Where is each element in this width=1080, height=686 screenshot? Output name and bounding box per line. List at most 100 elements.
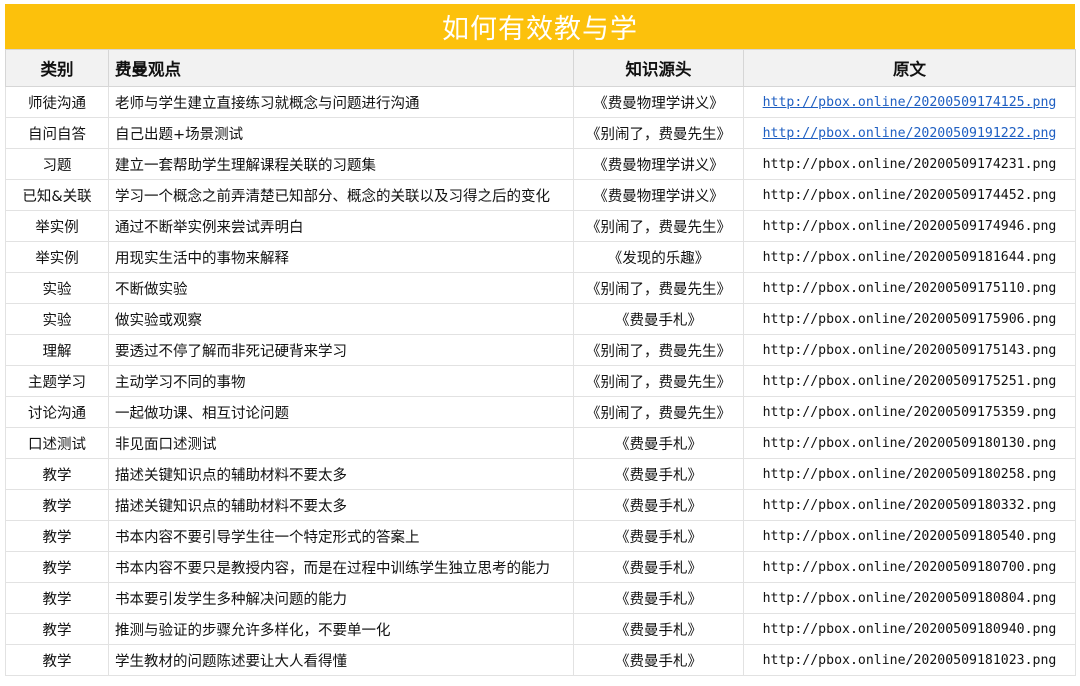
cell-view[interactable]: 书本内容不要引导学生往一个特定形式的答案上 <box>108 520 574 552</box>
cell-view[interactable]: 要透过不停了解而非死记硬背来学习 <box>108 334 574 366</box>
table-row: 教学 描述关键知识点的辅助材料不要太多 《费曼手札》 http://pbox.onli… <box>5 489 1076 521</box>
table-row: 习题 建立一套帮助学生理解课程关联的习题集 《费曼物理学讲义》 http://pbox… <box>5 148 1076 180</box>
cell-category[interactable]: 教学 <box>5 644 109 676</box>
header-source[interactable]: 知识源头 <box>573 49 744 87</box>
table-row: 师徒沟通 老师与学生建立直接练习就概念与问题进行沟通 《费曼物理学讲义》 http:/… <box>5 86 1076 118</box>
cell-source[interactable]: 《费曼物理学讲义》 <box>573 86 744 118</box>
cell-url[interactable]: http://pbox.online/20200509181023.png <box>743 644 1076 676</box>
cell-source[interactable]: 《费曼手札》 <box>573 551 744 583</box>
cell-url[interactable]: http://pbox.online/20200509175251.png <box>743 365 1076 397</box>
cell-source[interactable]: 《费曼物理学讲义》 <box>573 148 744 180</box>
table-row: 教学 学生教材的问题陈述要让大人看得懂 《费曼手札》 http://pbox.onli… <box>5 644 1076 676</box>
cell-view[interactable]: 建立一套帮助学生理解课程关联的习题集 <box>108 148 574 180</box>
cell-view[interactable]: 学习一个概念之前弄清楚已知部分、概念的关联以及习得之后的变化 <box>108 179 574 211</box>
cell-category[interactable]: 口述测试 <box>5 427 109 459</box>
cell-category[interactable]: 实验 <box>5 272 109 304</box>
cell-category[interactable]: 教学 <box>5 520 109 552</box>
cell-source[interactable]: 《别闹了，费曼先生》 <box>573 117 744 149</box>
cell-view[interactable]: 用现实生活中的事物来解释 <box>108 241 574 273</box>
cell-url[interactable]: http://pbox.online/20200509175143.png <box>743 334 1076 366</box>
table-row: 举实例 通过不断举实例来尝试弄明白 《别闹了，费曼先生》 http://pbox.on… <box>5 210 1076 242</box>
cell-category[interactable]: 主题学习 <box>5 365 109 397</box>
cell-source[interactable]: 《费曼手札》 <box>573 427 744 459</box>
header-category[interactable]: 类别 <box>5 49 109 87</box>
cell-url[interactable]: http://pbox.online/20200509174946.png <box>743 210 1076 242</box>
cell-source[interactable]: 《费曼手札》 <box>573 582 744 614</box>
cell-category[interactable]: 教学 <box>5 489 109 521</box>
cell-view[interactable]: 学生教材的问题陈述要让大人看得懂 <box>108 644 574 676</box>
cell-url[interactable]: http://pbox.online/20200509180130.png <box>743 427 1076 459</box>
cell-source[interactable]: 《别闹了，费曼先生》 <box>573 334 744 366</box>
cell-category[interactable]: 教学 <box>5 582 109 614</box>
cell-url-link[interactable]: http://pbox.online/20200509191222.png <box>743 117 1076 149</box>
cell-source[interactable]: 《别闹了，费曼先生》 <box>573 365 744 397</box>
cell-category[interactable]: 实验 <box>5 303 109 335</box>
cell-category[interactable]: 习题 <box>5 148 109 180</box>
cell-view[interactable]: 不断做实验 <box>108 272 574 304</box>
spreadsheet: 如何有效教与学 类别 费曼观点 知识源头 原文 师徒沟通 老师与学生建立直接练习就… <box>0 0 1080 686</box>
table-row: 实验 做实验或观察 《费曼手札》 http://pbox.online/2020050… <box>5 303 1076 335</box>
cell-category[interactable]: 讨论沟通 <box>5 396 109 428</box>
table-row: 教学 推测与验证的步骤允许多样化，不要单一化 《费曼手札》 http://pbox.o… <box>5 613 1076 645</box>
cell-url[interactable]: http://pbox.online/20200509180258.png <box>743 458 1076 490</box>
cell-url[interactable]: http://pbox.online/20200509174452.png <box>743 179 1076 211</box>
cell-view[interactable]: 通过不断举实例来尝试弄明白 <box>108 210 574 242</box>
cell-url[interactable]: http://pbox.online/20200509175359.png <box>743 396 1076 428</box>
table-row: 教学 书本要引发学生多种解决问题的能力 《费曼手札》 http://pbox.onli… <box>5 582 1076 614</box>
cell-source[interactable]: 《费曼手札》 <box>573 303 744 335</box>
table-row: 理解 要透过不停了解而非死记硬背来学习 《别闹了，费曼先生》 http://pbox.… <box>5 334 1076 366</box>
cell-url[interactable]: http://pbox.online/20200509180940.png <box>743 613 1076 645</box>
cell-source[interactable]: 《别闹了，费曼先生》 <box>573 272 744 304</box>
cell-url[interactable]: http://pbox.online/20200509175906.png <box>743 303 1076 335</box>
cell-category[interactable]: 师徒沟通 <box>5 86 109 118</box>
cell-view[interactable]: 非见面口述测试 <box>108 427 574 459</box>
cell-source[interactable]: 《费曼手札》 <box>573 520 744 552</box>
table-row: 教学 描述关键知识点的辅助材料不要太多 《费曼手札》 http://pbox.onli… <box>5 458 1076 490</box>
cell-url[interactable]: http://pbox.online/20200509180540.png <box>743 520 1076 552</box>
cell-category[interactable]: 教学 <box>5 613 109 645</box>
cell-source[interactable]: 《费曼手札》 <box>573 644 744 676</box>
header-view[interactable]: 费曼观点 <box>108 49 574 87</box>
cell-source[interactable]: 《别闹了，费曼先生》 <box>573 396 744 428</box>
table-row: 实验 不断做实验 《别闹了，费曼先生》 http://pbox.online/2020… <box>5 272 1076 304</box>
cell-view[interactable]: 主动学习不同的事物 <box>108 365 574 397</box>
cell-category[interactable]: 理解 <box>5 334 109 366</box>
cell-source[interactable]: 《费曼手札》 <box>573 613 744 645</box>
cell-source[interactable]: 《发现的乐趣》 <box>573 241 744 273</box>
cell-category[interactable]: 举实例 <box>5 210 109 242</box>
cell-url[interactable]: http://pbox.online/20200509174231.png <box>743 148 1076 180</box>
table-row: 讨论沟通 一起做功课、相互讨论问题 《别闹了，费曼先生》 http://pbox.on… <box>5 396 1076 428</box>
header-row: 类别 费曼观点 知识源头 原文 <box>5 49 1076 87</box>
data-table: 类别 费曼观点 知识源头 原文 师徒沟通 老师与学生建立直接练习就概念与问题进行沟… <box>5 49 1076 676</box>
cell-url[interactable]: http://pbox.online/20200509180804.png <box>743 582 1076 614</box>
cell-source[interactable]: 《费曼手札》 <box>573 458 744 490</box>
cell-url[interactable]: http://pbox.online/20200509181644.png <box>743 241 1076 273</box>
cell-category[interactable]: 自问自答 <box>5 117 109 149</box>
cell-category[interactable]: 教学 <box>5 458 109 490</box>
table-row: 主题学习 主动学习不同的事物 《别闹了，费曼先生》 http://pbox.onlin… <box>5 365 1076 397</box>
cell-source[interactable]: 《费曼物理学讲义》 <box>573 179 744 211</box>
table-row: 教学 书本内容不要引导学生往一个特定形式的答案上 《费曼手札》 http://pbox… <box>5 520 1076 552</box>
cell-view[interactable]: 书本要引发学生多种解决问题的能力 <box>108 582 574 614</box>
cell-view[interactable]: 做实验或观察 <box>108 303 574 335</box>
table-row: 口述测试 非见面口述测试 《费曼手札》 http://pbox.online/2020… <box>5 427 1076 459</box>
cell-view[interactable]: 一起做功课、相互讨论问题 <box>108 396 574 428</box>
header-original[interactable]: 原文 <box>743 49 1076 87</box>
cell-category[interactable]: 教学 <box>5 551 109 583</box>
table-row: 教学 书本内容不要只是教授内容，而是在过程中训练学生独立思考的能力 《费曼手札》 ht… <box>5 551 1076 583</box>
cell-view[interactable]: 描述关键知识点的辅助材料不要太多 <box>108 458 574 490</box>
sheet-title: 如何有效教与学 <box>5 4 1075 49</box>
cell-url[interactable]: http://pbox.online/20200509180700.png <box>743 551 1076 583</box>
cell-view[interactable]: 书本内容不要只是教授内容，而是在过程中训练学生独立思考的能力 <box>108 551 574 583</box>
cell-view[interactable]: 描述关键知识点的辅助材料不要太多 <box>108 489 574 521</box>
cell-source[interactable]: 《别闹了，费曼先生》 <box>573 210 744 242</box>
cell-view[interactable]: 推测与验证的步骤允许多样化，不要单一化 <box>108 613 574 645</box>
cell-category[interactable]: 已知&关联 <box>5 179 109 211</box>
cell-view[interactable]: 老师与学生建立直接练习就概念与问题进行沟通 <box>108 86 574 118</box>
cell-category[interactable]: 举实例 <box>5 241 109 273</box>
cell-url[interactable]: http://pbox.online/20200509180332.png <box>743 489 1076 521</box>
cell-url-link[interactable]: http://pbox.online/20200509174125.png <box>743 86 1076 118</box>
cell-view[interactable]: 自己出题+场景测试 <box>108 117 574 149</box>
cell-source[interactable]: 《费曼手札》 <box>573 489 744 521</box>
cell-url[interactable]: http://pbox.online/20200509175110.png <box>743 272 1076 304</box>
